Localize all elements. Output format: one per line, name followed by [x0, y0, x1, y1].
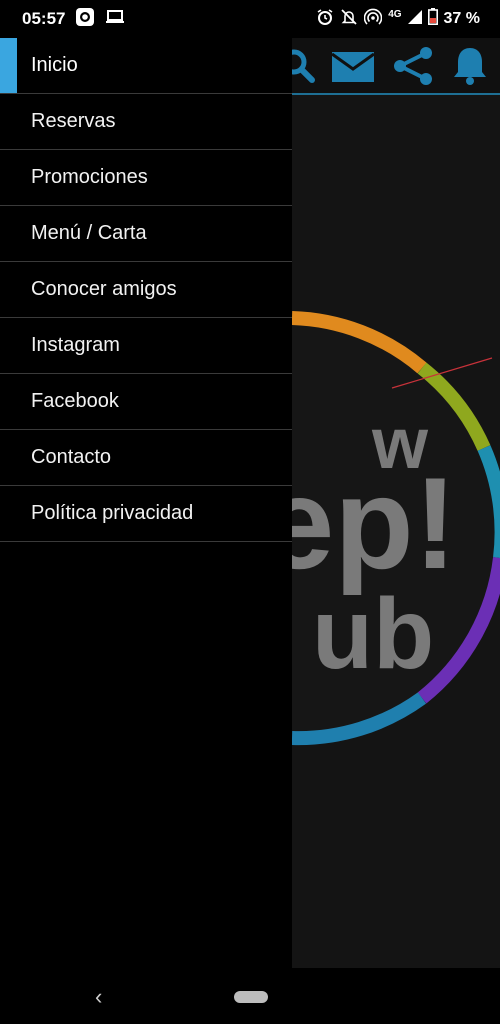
menu-item-contacto[interactable]: Contacto: [0, 430, 292, 486]
menu-item-instagram[interactable]: Instagram: [0, 318, 292, 374]
app-toolbar: [292, 38, 500, 95]
status-time: 05:57: [22, 9, 66, 28]
background-app: w ep! ub: [292, 38, 500, 968]
menu-item-label: Promociones: [31, 166, 148, 188]
laptop-icon: [105, 9, 125, 30]
menu-item-conocer-amigos[interactable]: Conocer amigos: [0, 262, 292, 318]
svg-text:ep!: ep!: [292, 450, 457, 596]
menu-item-label: Inicio: [31, 54, 78, 76]
menu-item-label: Reservas: [31, 110, 116, 132]
active-indicator: [0, 38, 17, 93]
signal-icon: [407, 9, 422, 29]
home-gesture-pill[interactable]: [234, 991, 268, 1003]
navigation-drawer: Inicio Reservas Promociones Menú / Carta…: [0, 38, 292, 968]
status-bar: 05:57 4G 37 %: [0, 0, 500, 38]
menu-item-promociones[interactable]: Promociones: [0, 150, 292, 206]
hotspot-icon: [363, 8, 383, 31]
menu-item-inicio[interactable]: Inicio: [0, 38, 292, 94]
menu-item-reservas[interactable]: Reservas: [0, 94, 292, 150]
share-icon: [392, 46, 434, 91]
club-logo: w ep! ub: [292, 298, 500, 763]
battery-percent: 37 %: [443, 10, 480, 27]
menu-item-politica-privacidad[interactable]: Política privacidad: [0, 486, 292, 542]
mail-icon: [331, 52, 375, 87]
notifications-off-icon: [340, 8, 358, 31]
menu-item-label: Política privacidad: [31, 502, 194, 524]
svg-text:ub: ub: [312, 578, 434, 690]
search-icon: [292, 46, 320, 91]
menu-item-label: Instagram: [31, 334, 120, 356]
menu-item-label: Conocer amigos: [31, 278, 177, 300]
menu-item-label: Contacto: [31, 446, 112, 468]
menu-item-label: Menú / Carta: [31, 222, 147, 244]
bell-icon: [452, 46, 488, 91]
network-type-icon: 4G: [388, 8, 402, 20]
battery-icon: [427, 8, 438, 30]
menu-item-facebook[interactable]: Facebook: [0, 374, 292, 430]
record-icon: [75, 7, 95, 32]
menu-item-label: Facebook: [31, 390, 119, 412]
alarm-icon: [316, 8, 334, 31]
back-icon[interactable]: ‹: [95, 984, 102, 1010]
menu-item-menu-carta[interactable]: Menú / Carta: [0, 206, 292, 262]
